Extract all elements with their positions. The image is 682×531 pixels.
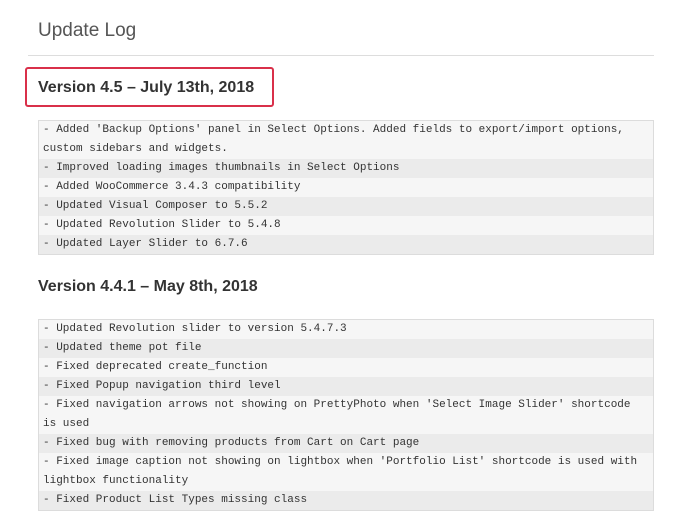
changelog-entry: - Updated Layer Slider to 6.7.6 [39,235,653,254]
changelog-entry: - Added 'Backup Options' panel in Select… [39,121,653,159]
page-title: Update Log [38,20,137,41]
changelog-entry: - Fixed Popup navigation third level [39,377,653,396]
changelog-entry: - Fixed bug with removing products from … [39,434,653,453]
version-heading-4-4-1: Version 4.4.1 – May 8th, 2018 [38,278,258,295]
update-log-page: Update Log Version 4.5 – July 13th, 2018… [25,0,654,511]
changelog-entry: - Improved loading images thumbnails in … [39,159,653,178]
changelog-box-4-5: - Added 'Backup Options' panel in Select… [38,120,654,255]
changelog-entry: - Updated Revolution slider to version 5… [39,320,653,339]
changelog-box-4-4-1: - Updated Revolution slider to version 5… [38,319,654,511]
changelog-entry: - Fixed navigation arrows not showing on… [39,396,653,434]
changelog-entry: - Fixed Product List Types missing class [39,491,653,510]
changelog-entry: - Updated Revolution Slider to 5.4.8 [39,216,653,235]
changelog-entry: - Added WooCommerce 3.4.3 compatibility [39,178,653,197]
changelog-entry: - Updated theme pot file [39,339,653,358]
changelog-entry: - Fixed image caption not showing on lig… [39,453,653,491]
changelog-entry: - Fixed deprecated create_function [39,358,653,377]
changelog-entry: - Updated Visual Composer to 5.5.2 [39,197,653,216]
version-heading-4-5: Version 4.5 – July 13th, 2018 [38,79,255,96]
title-divider [28,55,654,56]
